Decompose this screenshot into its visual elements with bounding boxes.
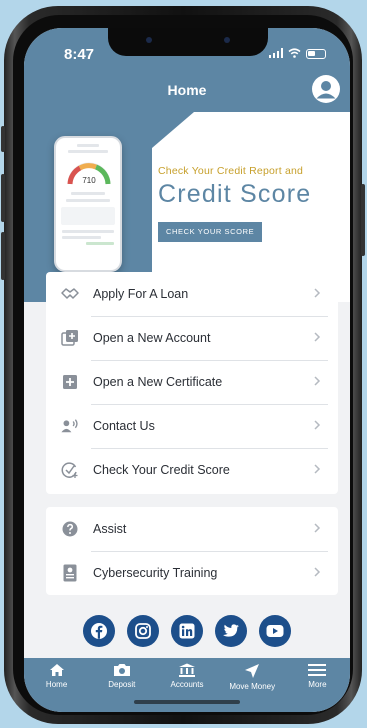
menu-item-open-account[interactable]: Open a New Account	[46, 316, 338, 360]
person-speaking-icon	[61, 417, 79, 435]
banner-accent-corner	[152, 112, 194, 148]
handshake-icon	[61, 285, 79, 303]
menu-item-contact-us[interactable]: Contact Us	[46, 404, 338, 448]
menu-item-label: Cybersecurity Training	[93, 566, 218, 580]
credit-report-phone-illustration: 710	[54, 136, 122, 272]
camera-dot	[146, 37, 152, 43]
page-title: Home	[167, 82, 207, 98]
signal-icon	[269, 47, 283, 61]
tab-home[interactable]: Home	[24, 658, 89, 712]
notch	[108, 28, 268, 56]
home-icon	[49, 664, 64, 676]
menu-item-label: Open a New Certificate	[93, 375, 223, 389]
mock-score-value: 710	[82, 176, 96, 185]
home-indicator	[134, 700, 240, 704]
primary-actions-card: Apply For A Loan Open a New Account Open…	[46, 272, 338, 494]
chevron-right-icon	[314, 332, 321, 342]
status-icons	[269, 47, 326, 61]
add-box-icon	[61, 329, 79, 347]
app-header: Home	[24, 72, 350, 112]
mute-switch	[1, 126, 5, 152]
app-screen: 8:47 Home 710 Check Your Credit Report a…	[24, 28, 350, 712]
menu-item-open-certificate[interactable]: Open a New Certificate	[46, 360, 338, 404]
check-circle-icon	[61, 461, 79, 479]
tab-label: More	[308, 680, 327, 689]
id-badge-icon	[61, 564, 79, 582]
tab-label: Deposit	[108, 680, 136, 689]
wifi-icon	[288, 47, 301, 61]
youtube-icon[interactable]	[259, 615, 291, 647]
tab-label: Home	[45, 680, 68, 689]
chevron-right-icon	[314, 464, 321, 474]
tab-label: Move Money	[229, 682, 276, 691]
chevron-right-icon	[314, 420, 321, 430]
volume-up-button	[1, 174, 5, 222]
power-button	[361, 184, 365, 256]
camera-icon	[113, 664, 130, 676]
instagram-icon[interactable]	[127, 615, 159, 647]
chevron-right-icon	[314, 376, 321, 386]
secondary-actions-card: Assist Cybersecurity Training	[46, 507, 338, 595]
twitter-icon[interactable]	[215, 615, 247, 647]
tab-label: Accounts	[170, 680, 204, 689]
facebook-icon[interactable]	[83, 615, 115, 647]
menu-item-label: Contact Us	[93, 419, 155, 433]
menu-item-apply-loan[interactable]: Apply For A Loan	[46, 272, 338, 316]
profile-avatar-icon[interactable]	[312, 75, 340, 103]
menu-icon	[308, 664, 327, 676]
menu-item-label: Assist	[93, 522, 127, 536]
menu-item-label: Open a New Account	[93, 331, 211, 345]
plus-square-icon	[61, 373, 79, 391]
menu-item-label: Apply For A Loan	[93, 287, 189, 301]
volume-down-button	[1, 232, 5, 280]
send-icon	[245, 664, 260, 678]
menu-item-label: Check Your Credit Score	[93, 463, 230, 477]
social-links	[24, 615, 350, 647]
linkedin-icon[interactable]	[171, 615, 203, 647]
banner-subtitle: Check Your Credit Report and	[158, 165, 304, 177]
tab-more[interactable]: More	[285, 658, 350, 712]
menu-item-cybersecurity-training[interactable]: Cybersecurity Training	[46, 551, 338, 595]
check-your-score-button[interactable]: CHECK YOUR SCORE	[158, 222, 263, 242]
battery-icon	[306, 49, 326, 59]
phone-frame: 8:47 Home 710 Check Your Credit Report a…	[1, 6, 365, 724]
menu-item-check-credit-score[interactable]: Check Your Credit Score	[46, 448, 338, 492]
chevron-right-icon	[314, 288, 321, 298]
menu-item-assist[interactable]: Assist	[46, 507, 338, 551]
status-time: 8:47	[64, 46, 95, 63]
banner-title: Credit Score	[158, 180, 312, 208]
sensor-dot	[224, 37, 230, 43]
bank-icon	[179, 663, 195, 677]
help-circle-icon	[61, 520, 79, 538]
chevron-right-icon	[314, 523, 321, 533]
chevron-right-icon	[314, 567, 321, 577]
